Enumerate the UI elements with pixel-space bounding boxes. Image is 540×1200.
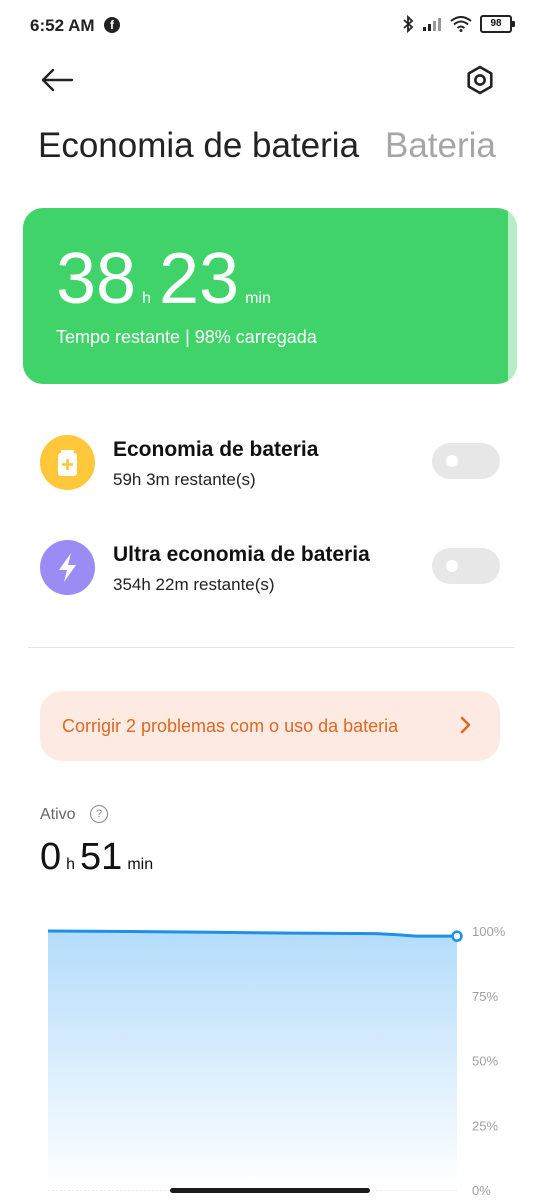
gear-icon (467, 65, 493, 95)
active-hours: 0 (40, 836, 62, 878)
tab-bar: Economia de bateria Bateria (38, 126, 508, 172)
arrow-left-icon (41, 68, 74, 92)
bluetooth-icon (403, 15, 414, 33)
fix-problems-text: Corrigir 2 problemas com o uso da bateri… (62, 716, 399, 736)
divider (28, 647, 514, 648)
help-icon[interactable]: ? (90, 805, 108, 823)
y-tick-label: 50% (472, 1054, 498, 1069)
status-icons: 98 (402, 15, 515, 33)
remaining-hours: 38 (56, 239, 137, 319)
facebook-icon: f (104, 17, 120, 33)
signal-icon (423, 18, 441, 31)
active-time: 0 h 51 min (40, 836, 158, 879)
fix-problems-banner[interactable]: Corrigir 2 problemas com o uso da bateri… (40, 691, 500, 761)
status-time: 6:52 AM (30, 16, 95, 35)
battery-saver-title: Economia de bateria (113, 438, 319, 461)
battery-saver-toggle[interactable] (432, 443, 500, 479)
remaining-minutes: 23 (159, 239, 240, 319)
battery-saver-row[interactable]: Economia de bateria 59h 3m restante(s) (40, 434, 500, 494)
home-indicator[interactable] (170, 1188, 370, 1193)
remaining-time: 38 h 23 min (56, 238, 279, 320)
active-minutes: 51 (80, 836, 123, 878)
tab-economia-de-bateria[interactable]: Economia de bateria (38, 126, 359, 166)
ultra-battery-saver-row[interactable]: Ultra economia de bateria 354h 22m resta… (40, 539, 500, 599)
status-bar: 6:52 AM f 98 (0, 0, 540, 52)
battery-plus-icon (40, 435, 95, 490)
y-tick-label: 0% (472, 1183, 491, 1198)
battery-level-chart: 100% 75% 50% 25% 0% (47, 924, 506, 1198)
wifi-icon (450, 16, 472, 32)
chart-current-point (451, 930, 463, 942)
y-tick-label: 25% (472, 1118, 498, 1133)
chevron-right-icon (460, 716, 471, 734)
toggle-knob (446, 560, 458, 572)
remaining-subtitle: Tempo restante | 98% carregada (56, 327, 317, 347)
active-hours-unit: h (66, 856, 76, 873)
minutes-unit: min (245, 290, 271, 307)
battery-level: 98 (490, 18, 502, 29)
card-edge-highlight (508, 208, 517, 384)
top-bar (0, 56, 540, 104)
y-tick-label: 100% (472, 924, 506, 939)
ultra-battery-saver-subtitle: 354h 22m restante(s) (113, 575, 275, 594)
tab-bateria[interactable]: Bateria (385, 126, 496, 166)
settings-button[interactable] (460, 60, 500, 100)
battery-saver-subtitle: 59h 3m restante(s) (113, 470, 256, 489)
ultra-battery-saver-toggle[interactable] (432, 548, 500, 584)
hours-unit: h (142, 290, 151, 307)
toggle-knob (446, 455, 458, 467)
active-minutes-unit: min (127, 856, 154, 873)
chart-area (48, 931, 457, 1190)
active-label: Ativo (40, 806, 76, 823)
y-tick-label: 75% (472, 989, 498, 1004)
battery-icon: 98 (480, 15, 515, 33)
ultra-battery-saver-title: Ultra economia de bateria (113, 543, 370, 566)
lightning-icon (40, 540, 95, 595)
battery-time-card: 38 h 23 min Tempo restante | 98% carregada (23, 208, 517, 384)
back-button[interactable] (38, 60, 78, 100)
